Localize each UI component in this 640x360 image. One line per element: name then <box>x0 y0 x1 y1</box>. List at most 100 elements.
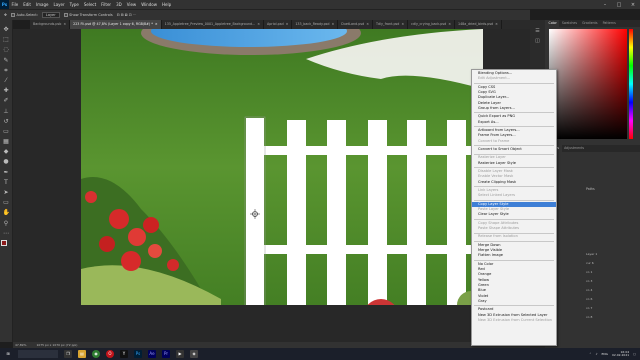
yandex-icon[interactable]: Y <box>120 350 128 358</box>
layer-item[interactable]: co 7 <box>586 304 640 313</box>
menu-type[interactable]: Type <box>67 0 81 9</box>
doc-tab[interactable]: 135_Appletree_Preview_0001_Appletree_Bac… <box>162 20 265 29</box>
show-transform-checkbox[interactable]: Show Transform Controls <box>63 13 113 17</box>
more-tools-icon[interactable]: ⋯ <box>3 230 10 237</box>
maximize-icon[interactable]: □ <box>612 2 626 8</box>
layer-item[interactable]: co 6 <box>586 295 640 304</box>
stamp-icon[interactable]: ⊥ <box>3 108 10 115</box>
align-icons[interactable]: ⊟ ⊞ ⊠ ⊡ ⋯ <box>117 13 137 17</box>
volume-icon[interactable]: ♪ <box>596 352 598 356</box>
type-icon[interactable]: T <box>3 179 10 186</box>
auto-select-dropdown[interactable]: Layer <box>41 12 60 18</box>
layer-item[interactable]: co 3 <box>586 277 640 286</box>
doc-tab[interactable]: DuetLand.psd × <box>338 20 373 29</box>
gradient-icon[interactable]: ▦ <box>3 138 10 145</box>
context-menu-item[interactable]: Gray <box>472 299 556 304</box>
menu-3d[interactable]: 3D <box>114 0 125 9</box>
context-menu-item[interactable]: Rasterize Layer Style <box>472 161 556 166</box>
tab-close-icon[interactable]: × <box>495 20 498 29</box>
zoom-icon[interactable]: ⚲ <box>3 220 10 227</box>
minimize-icon[interactable]: – <box>598 2 612 8</box>
doc-tab[interactable]: cdly_crying_back.psd × <box>408 20 455 29</box>
move-icon[interactable]: ✥ <box>3 26 10 33</box>
history-brush-icon[interactable]: ↺ <box>3 118 10 125</box>
properties-icon[interactable]: ◫ <box>530 38 545 48</box>
media-player-icon[interactable]: ▶ <box>176 350 184 358</box>
opera-icon[interactable]: O <box>106 350 114 358</box>
layer-item[interactable]: Layer 1 <box>586 250 640 259</box>
doc-tab[interactable]: 133_back_Ready.psd × <box>292 20 339 29</box>
color-swatches-icon[interactable] <box>1 239 11 250</box>
doc-tab[interactable]: Tdly_front.psd × <box>373 20 409 29</box>
context-menu-item[interactable]: Export As... <box>472 120 556 125</box>
dodge-icon[interactable]: ● <box>3 158 10 165</box>
zoom-level[interactable]: 47,89% <box>15 343 26 347</box>
taskbar-search[interactable] <box>18 350 58 358</box>
tab-gradients[interactable]: Gradients <box>580 20 601 27</box>
doc-tab[interactable]: Backgrounds.psb × <box>30 20 71 29</box>
color-field[interactable] <box>549 29 627 139</box>
layer-item[interactable]: co 1 <box>586 268 640 277</box>
menu-filter[interactable]: Filter <box>99 0 114 9</box>
paths-label[interactable]: Paths <box>586 187 595 191</box>
history-icon[interactable]: ☰ <box>530 28 545 38</box>
photoshop-taskbar-icon[interactable]: Ps <box>134 350 142 358</box>
tab-swatches[interactable]: Swatches <box>559 20 579 27</box>
premiere-icon[interactable]: Pr <box>162 350 170 358</box>
menu-edit[interactable]: Edit <box>21 0 34 9</box>
shape-icon[interactable]: ▭ <box>3 199 10 206</box>
quick-select-icon[interactable]: ✎ <box>3 57 10 64</box>
layer-item[interactable]: cur 6 <box>586 259 640 268</box>
foreground-color[interactable] <box>1 239 7 246</box>
language-indicator[interactable]: ENG <box>602 352 608 356</box>
move-tool-icon[interactable]: ✥ <box>4 13 7 17</box>
document-canvas[interactable] <box>81 29 483 305</box>
path-select-icon[interactable]: ➤ <box>3 189 10 196</box>
hand-icon[interactable]: ✋ <box>3 209 10 216</box>
layer-item[interactable]: co 4 <box>586 286 640 295</box>
clock[interactable]: 16:04 02.02.2021 <box>612 350 629 358</box>
tab-close-icon[interactable]: × <box>286 20 289 29</box>
tab-close-icon[interactable]: × <box>366 20 369 29</box>
context-menu-item[interactable]: Create Clipping Mask <box>472 180 556 185</box>
layer-item[interactable]: co 8 <box>586 313 640 322</box>
tab-color[interactable]: Color <box>546 20 560 27</box>
tab-patterns[interactable]: Patterns <box>600 20 618 27</box>
tab-close-icon[interactable]: × <box>448 20 451 29</box>
blur-icon[interactable]: ◆ <box>3 148 10 155</box>
tab-close-icon[interactable]: × <box>331 20 334 29</box>
healing-icon[interactable]: ✚ <box>3 87 10 94</box>
brush-icon[interactable]: ✐ <box>3 97 10 104</box>
tab-close-icon[interactable]: × <box>63 20 66 29</box>
close-icon[interactable]: × <box>626 2 640 8</box>
tab-adjustments[interactable]: Adjustments <box>562 145 587 152</box>
tab-close-icon[interactable]: × <box>257 20 260 29</box>
context-menu-item[interactable]: Convert to Smart Object <box>472 147 556 152</box>
auto-select-checkbox[interactable]: Auto-Select: <box>10 13 38 17</box>
eraser-icon[interactable]: ▭ <box>3 128 10 135</box>
context-menu-item[interactable]: Group from Layers... <box>472 106 556 111</box>
file-explorer-icon[interactable]: ▤ <box>78 350 86 358</box>
crop-icon[interactable]: ⌗ <box>3 67 10 74</box>
color-picker[interactable] <box>549 29 633 141</box>
tray-arrow-icon[interactable]: ⌃ <box>589 352 592 356</box>
doc-tab[interactable]: Apriol.psd × <box>264 20 293 29</box>
notifications-icon[interactable]: ▢ <box>633 352 636 356</box>
task-view-icon[interactable]: ❐ <box>64 350 72 358</box>
tab-close-icon[interactable]: × <box>401 20 404 29</box>
pen-icon[interactable]: ✒ <box>3 169 10 176</box>
context-menu-item[interactable]: Flatten Image <box>472 253 556 258</box>
menu-image[interactable]: Image <box>33 0 51 9</box>
chrome-icon[interactable]: ◉ <box>92 350 100 358</box>
menu-layer[interactable]: Layer <box>51 0 67 9</box>
menu-window[interactable]: Window <box>139 0 160 9</box>
after-effects-icon[interactable]: Ae <box>148 350 156 358</box>
eyedropper-icon[interactable]: ⁄ <box>3 77 10 84</box>
doc-tab[interactable]: 148a_dried_birds.psd × <box>455 20 502 29</box>
app-icon[interactable]: ◈ <box>190 350 198 358</box>
menu-view[interactable]: View <box>124 0 139 9</box>
tab-close-icon[interactable]: × <box>155 20 158 29</box>
marquee-icon[interactable]: ⬚ <box>3 36 10 43</box>
windows-start-icon[interactable]: ⊞ <box>4 350 12 358</box>
lasso-icon[interactable]: ◌ <box>3 46 10 53</box>
